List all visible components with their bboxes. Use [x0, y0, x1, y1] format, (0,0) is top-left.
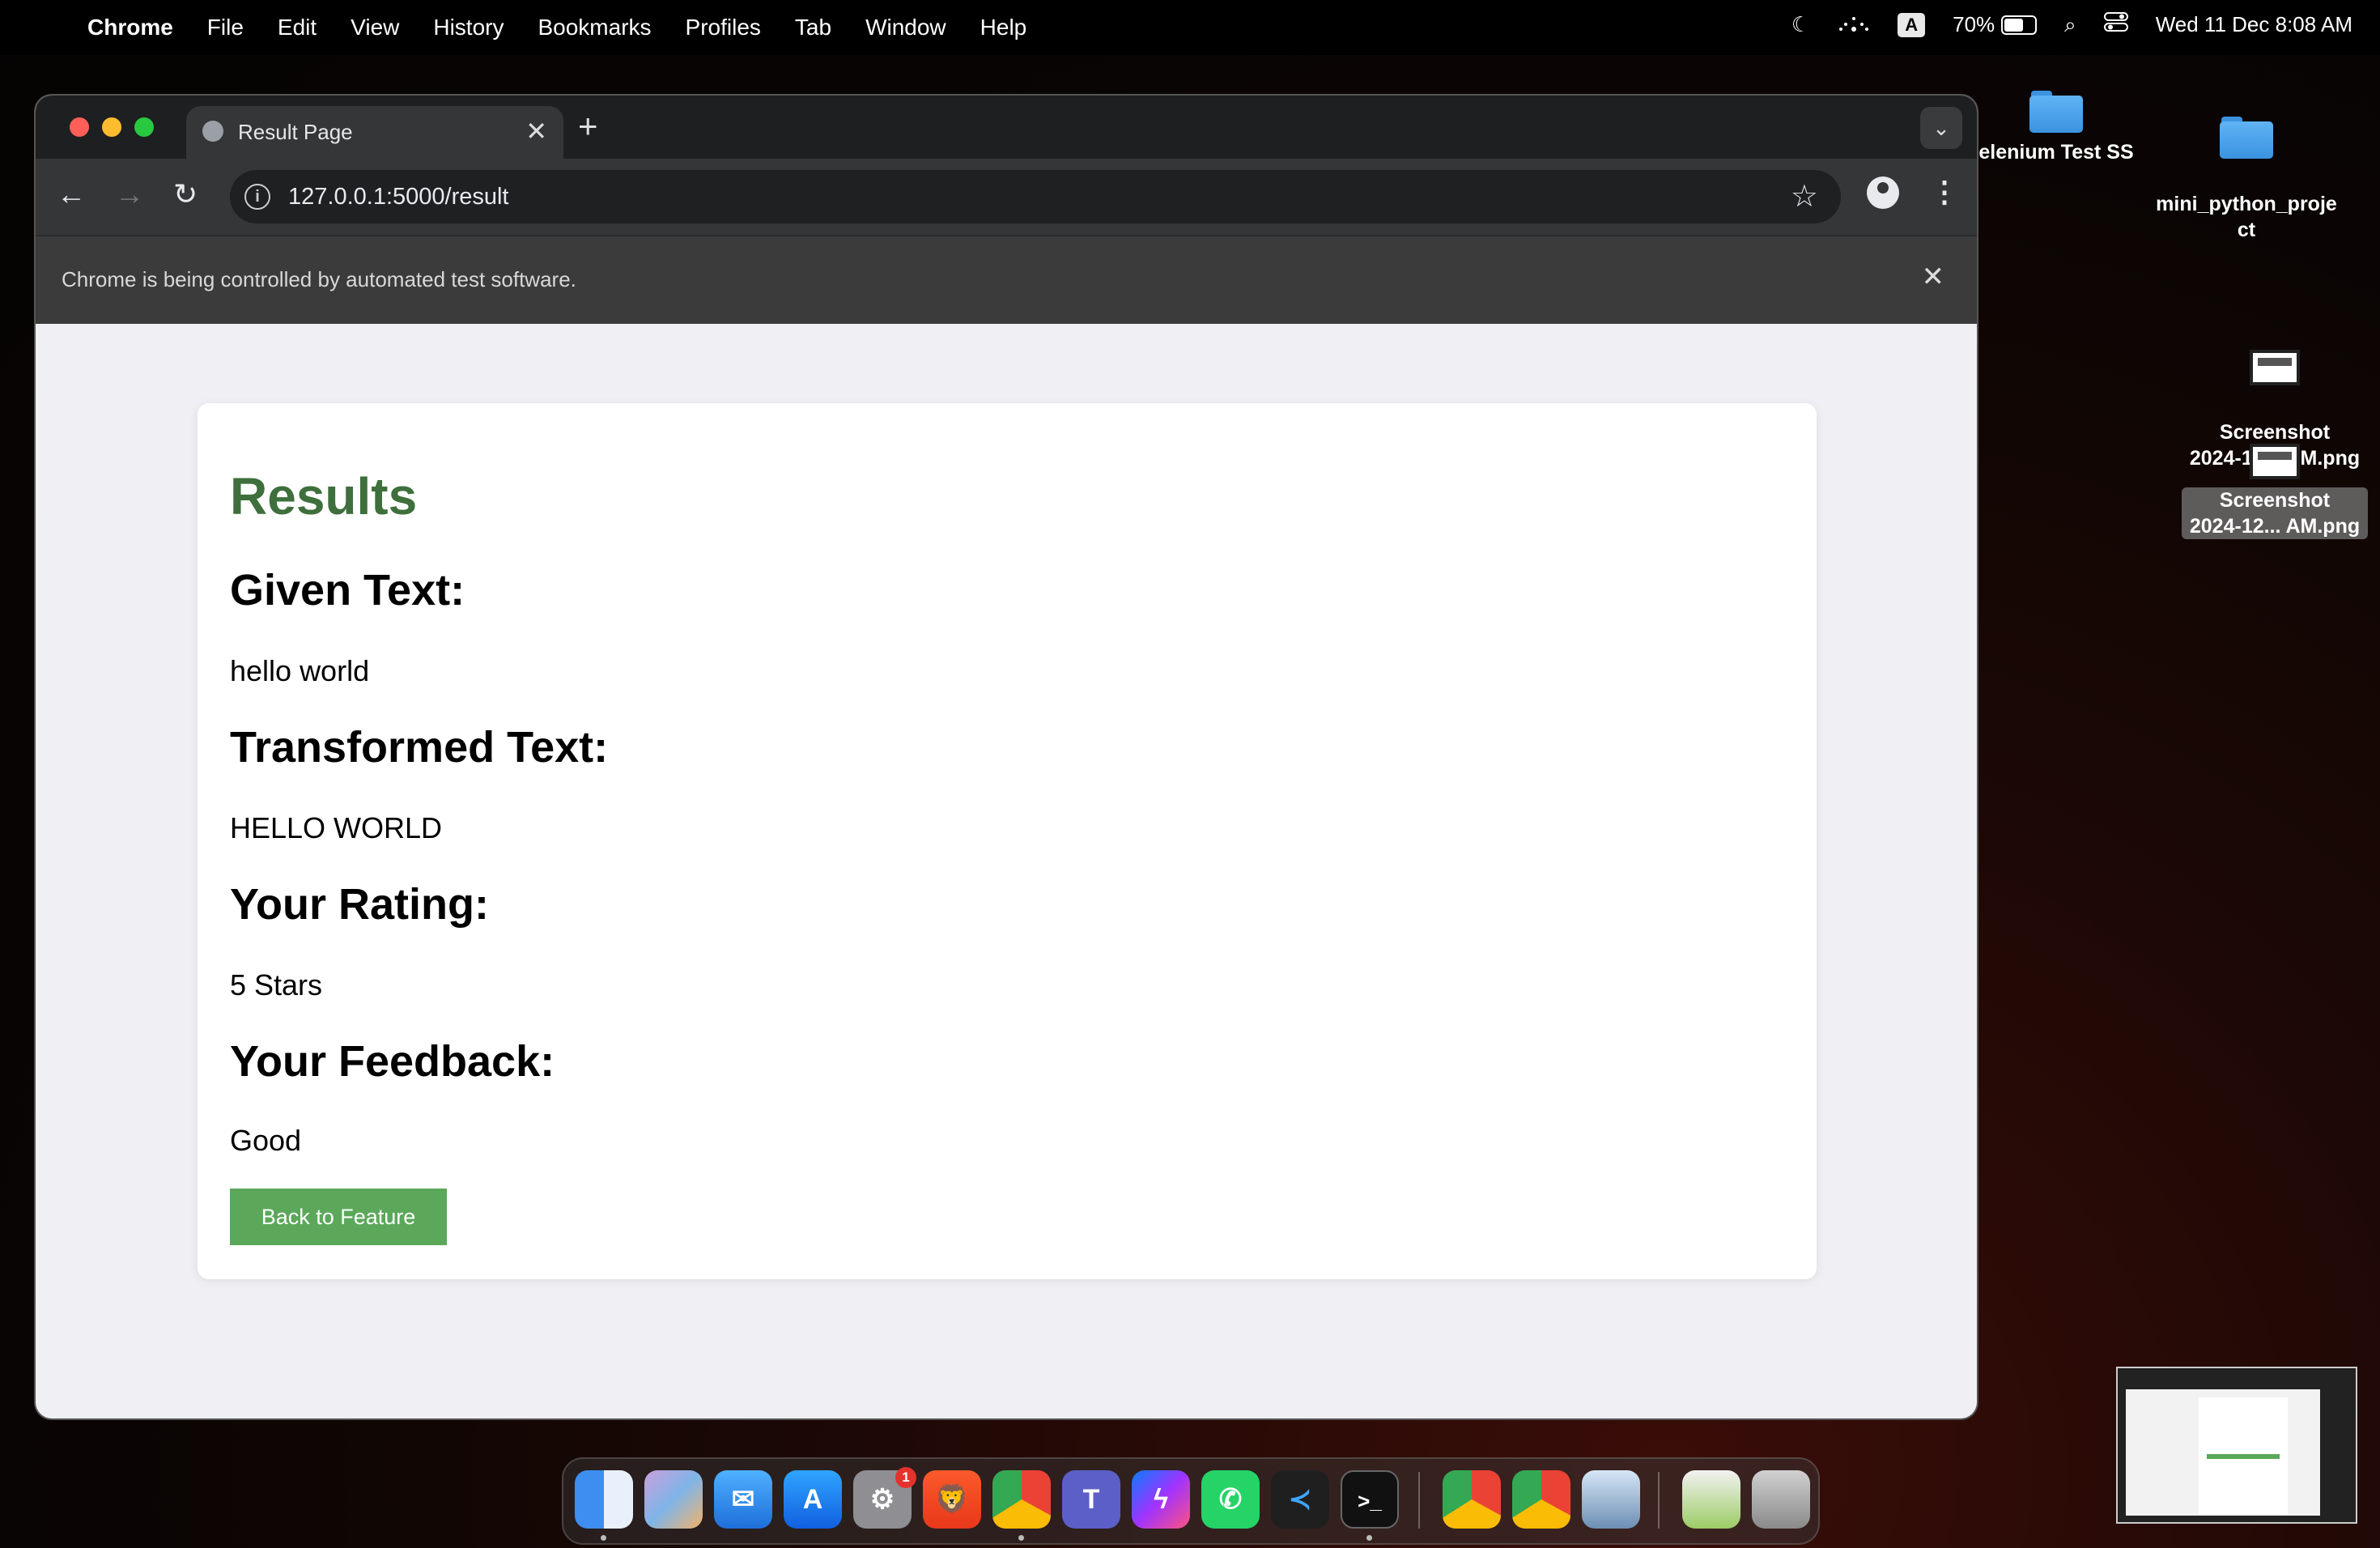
dock-teams-icon[interactable]: T — [1062, 1470, 1120, 1529]
menu-app-name[interactable]: Chrome — [87, 15, 173, 40]
dock-terminal-icon[interactable]: >_ — [1341, 1470, 1399, 1529]
wifi-icon[interactable] — [1838, 11, 1870, 38]
focus-moon-icon[interactable]: ☾ — [1791, 12, 1810, 37]
close-window-button[interactable] — [70, 117, 89, 137]
control-center-icon[interactable] — [2103, 11, 2128, 38]
transformed-text-value: HELLO WORLD — [230, 811, 443, 844]
zoom-window-button[interactable] — [134, 117, 154, 137]
rating-value: 5 Stars — [230, 968, 323, 1002]
given-text-value: hello world — [230, 654, 370, 687]
tab-close-icon[interactable]: ✕ — [525, 116, 547, 147]
status-area: ☾ A 70% ⌕ Wed 11 Dec 8:08 AM — [1764, 11, 2352, 38]
desktop-item-label: mini_python_proje ct — [2156, 193, 2337, 241]
feedback-heading: Your Feedback: — [230, 1037, 555, 1086]
dock-chrome-icon[interactable] — [992, 1470, 1051, 1529]
automation-infobar: Chrome is being controlled by automated … — [36, 235, 1977, 324]
bookmark-star-icon[interactable]: ☆ — [1791, 178, 1818, 215]
dock-preview-icon[interactable] — [1582, 1470, 1640, 1529]
dock: ✉ A ⚙ 1 🦁 T ϟ ✆ ≺ >_ — [562, 1457, 1820, 1545]
battery-fill — [2004, 18, 2023, 32]
menu-window[interactable]: Window — [865, 15, 946, 40]
infobar-close-icon[interactable]: ✕ — [1922, 261, 1945, 293]
feedback-value: Good — [230, 1124, 302, 1157]
url-text[interactable]: 127.0.0.1:5000/result — [288, 184, 508, 211]
menu-bar: Chrome File Edit View History Bookmarks … — [0, 0, 2380, 55]
app-menu: Chrome File Edit View History Bookmarks … — [87, 15, 1060, 40]
site-info-icon[interactable]: i — [244, 184, 270, 210]
dock-messenger-icon[interactable]: ϟ — [1132, 1470, 1190, 1529]
new-tab-button[interactable]: + — [578, 107, 598, 146]
given-text-heading: Given Text: — [230, 566, 465, 615]
dock-trash-icon[interactable] — [1752, 1470, 1810, 1529]
rating-heading: Your Rating: — [230, 880, 489, 929]
folder-icon — [2220, 117, 2273, 159]
browser-toolbar: ← → ↻ i 127.0.0.1:5000/result ☆ ⋮ — [36, 159, 1977, 235]
desktop-folder-mini-python[interactable]: mini_python_proje ct — [2137, 91, 2356, 269]
dock-mail-icon[interactable]: ✉ — [714, 1470, 772, 1529]
input-source-icon[interactable]: A — [1898, 12, 1926, 37]
battery-indicator[interactable]: 70% — [1953, 12, 2038, 37]
transformed-text-heading: Transformed Text: — [230, 723, 609, 772]
globe-icon — [202, 121, 223, 142]
chrome-menu-icon[interactable]: ⋮ — [1930, 175, 1959, 209]
tab-strip: Result Page ✕ + ⌄ — [36, 96, 1977, 159]
image-file-icon — [2250, 444, 2300, 479]
results-card: Results Given Text: hello world Transfor… — [198, 403, 1817, 1279]
folder-icon — [2029, 91, 2083, 133]
back-to-feature-button[interactable]: Back to Feature — [230, 1189, 447, 1245]
menu-edit[interactable]: Edit — [278, 15, 317, 40]
dock-mail-sender-icon[interactable] — [1682, 1470, 1740, 1529]
dock-brave-icon[interactable]: 🦁 — [923, 1470, 981, 1529]
menubar-clock[interactable]: Wed 11 Dec 8:08 AM — [2156, 12, 2352, 37]
reload-icon[interactable]: ↻ — [173, 180, 198, 209]
dock-chrome-2-icon[interactable] — [1443, 1470, 1501, 1529]
menu-profiles[interactable]: Profiles — [686, 15, 761, 40]
tab-search-button[interactable]: ⌄ — [1920, 107, 1962, 149]
tab-title: Result Page — [238, 120, 353, 144]
desktop-folder-selenium[interactable]: elenium Test SS — [1959, 91, 2153, 165]
back-arrow-icon[interactable]: ← — [57, 180, 86, 209]
profile-avatar-icon[interactable] — [1867, 176, 1899, 209]
address-bar[interactable]: i 127.0.0.1:5000/result ☆ — [230, 170, 1841, 223]
menu-file[interactable]: File — [207, 15, 244, 40]
page-title: Results — [230, 467, 418, 525]
dock-vscode-icon[interactable]: ≺ — [1271, 1470, 1329, 1529]
menu-help[interactable]: Help — [980, 15, 1027, 40]
battery-icon — [2001, 15, 2038, 35]
image-file-icon — [2250, 350, 2300, 385]
dock-system-settings-icon[interactable]: ⚙ 1 — [853, 1467, 916, 1529]
menu-view[interactable]: View — [351, 15, 399, 40]
desktop-screenshot-2[interactable]: Screenshot 2024-12... AM.png — [2170, 444, 2380, 539]
spotlight-search-icon[interactable]: ⌕ — [2064, 12, 2076, 38]
infobar-message: Chrome is being controlled by automated … — [62, 267, 576, 291]
desktop-item-label: Screenshot 2024-12... AM.png — [2181, 487, 2369, 539]
menu-bookmarks[interactable]: Bookmarks — [538, 15, 651, 40]
tab-result-page[interactable]: Result Page ✕ — [186, 106, 563, 159]
desktop-item-label: elenium Test SS — [1978, 141, 2134, 164]
menu-tab[interactable]: Tab — [795, 15, 831, 40]
forward-arrow-icon[interactable]: → — [115, 180, 144, 209]
dock-launchpad-icon[interactable] — [644, 1470, 703, 1529]
menu-history[interactable]: History — [433, 15, 504, 40]
browser-window: Result Page ✕ + ⌄ ← → ↻ i 127.0.0.1:5000… — [36, 96, 1977, 1418]
dock-whatsapp-icon[interactable]: ✆ — [1201, 1470, 1260, 1529]
dock-chrome-3-icon[interactable] — [1512, 1470, 1570, 1529]
minimize-window-button[interactable] — [102, 117, 121, 137]
dock-app-store-icon[interactable]: A — [784, 1470, 842, 1529]
battery-percent: 70% — [1953, 12, 1995, 36]
settings-badge: 1 — [895, 1467, 916, 1488]
dock-finder-icon[interactable] — [575, 1470, 633, 1529]
screenshot-preview-thumbnail[interactable] — [2116, 1367, 2357, 1524]
